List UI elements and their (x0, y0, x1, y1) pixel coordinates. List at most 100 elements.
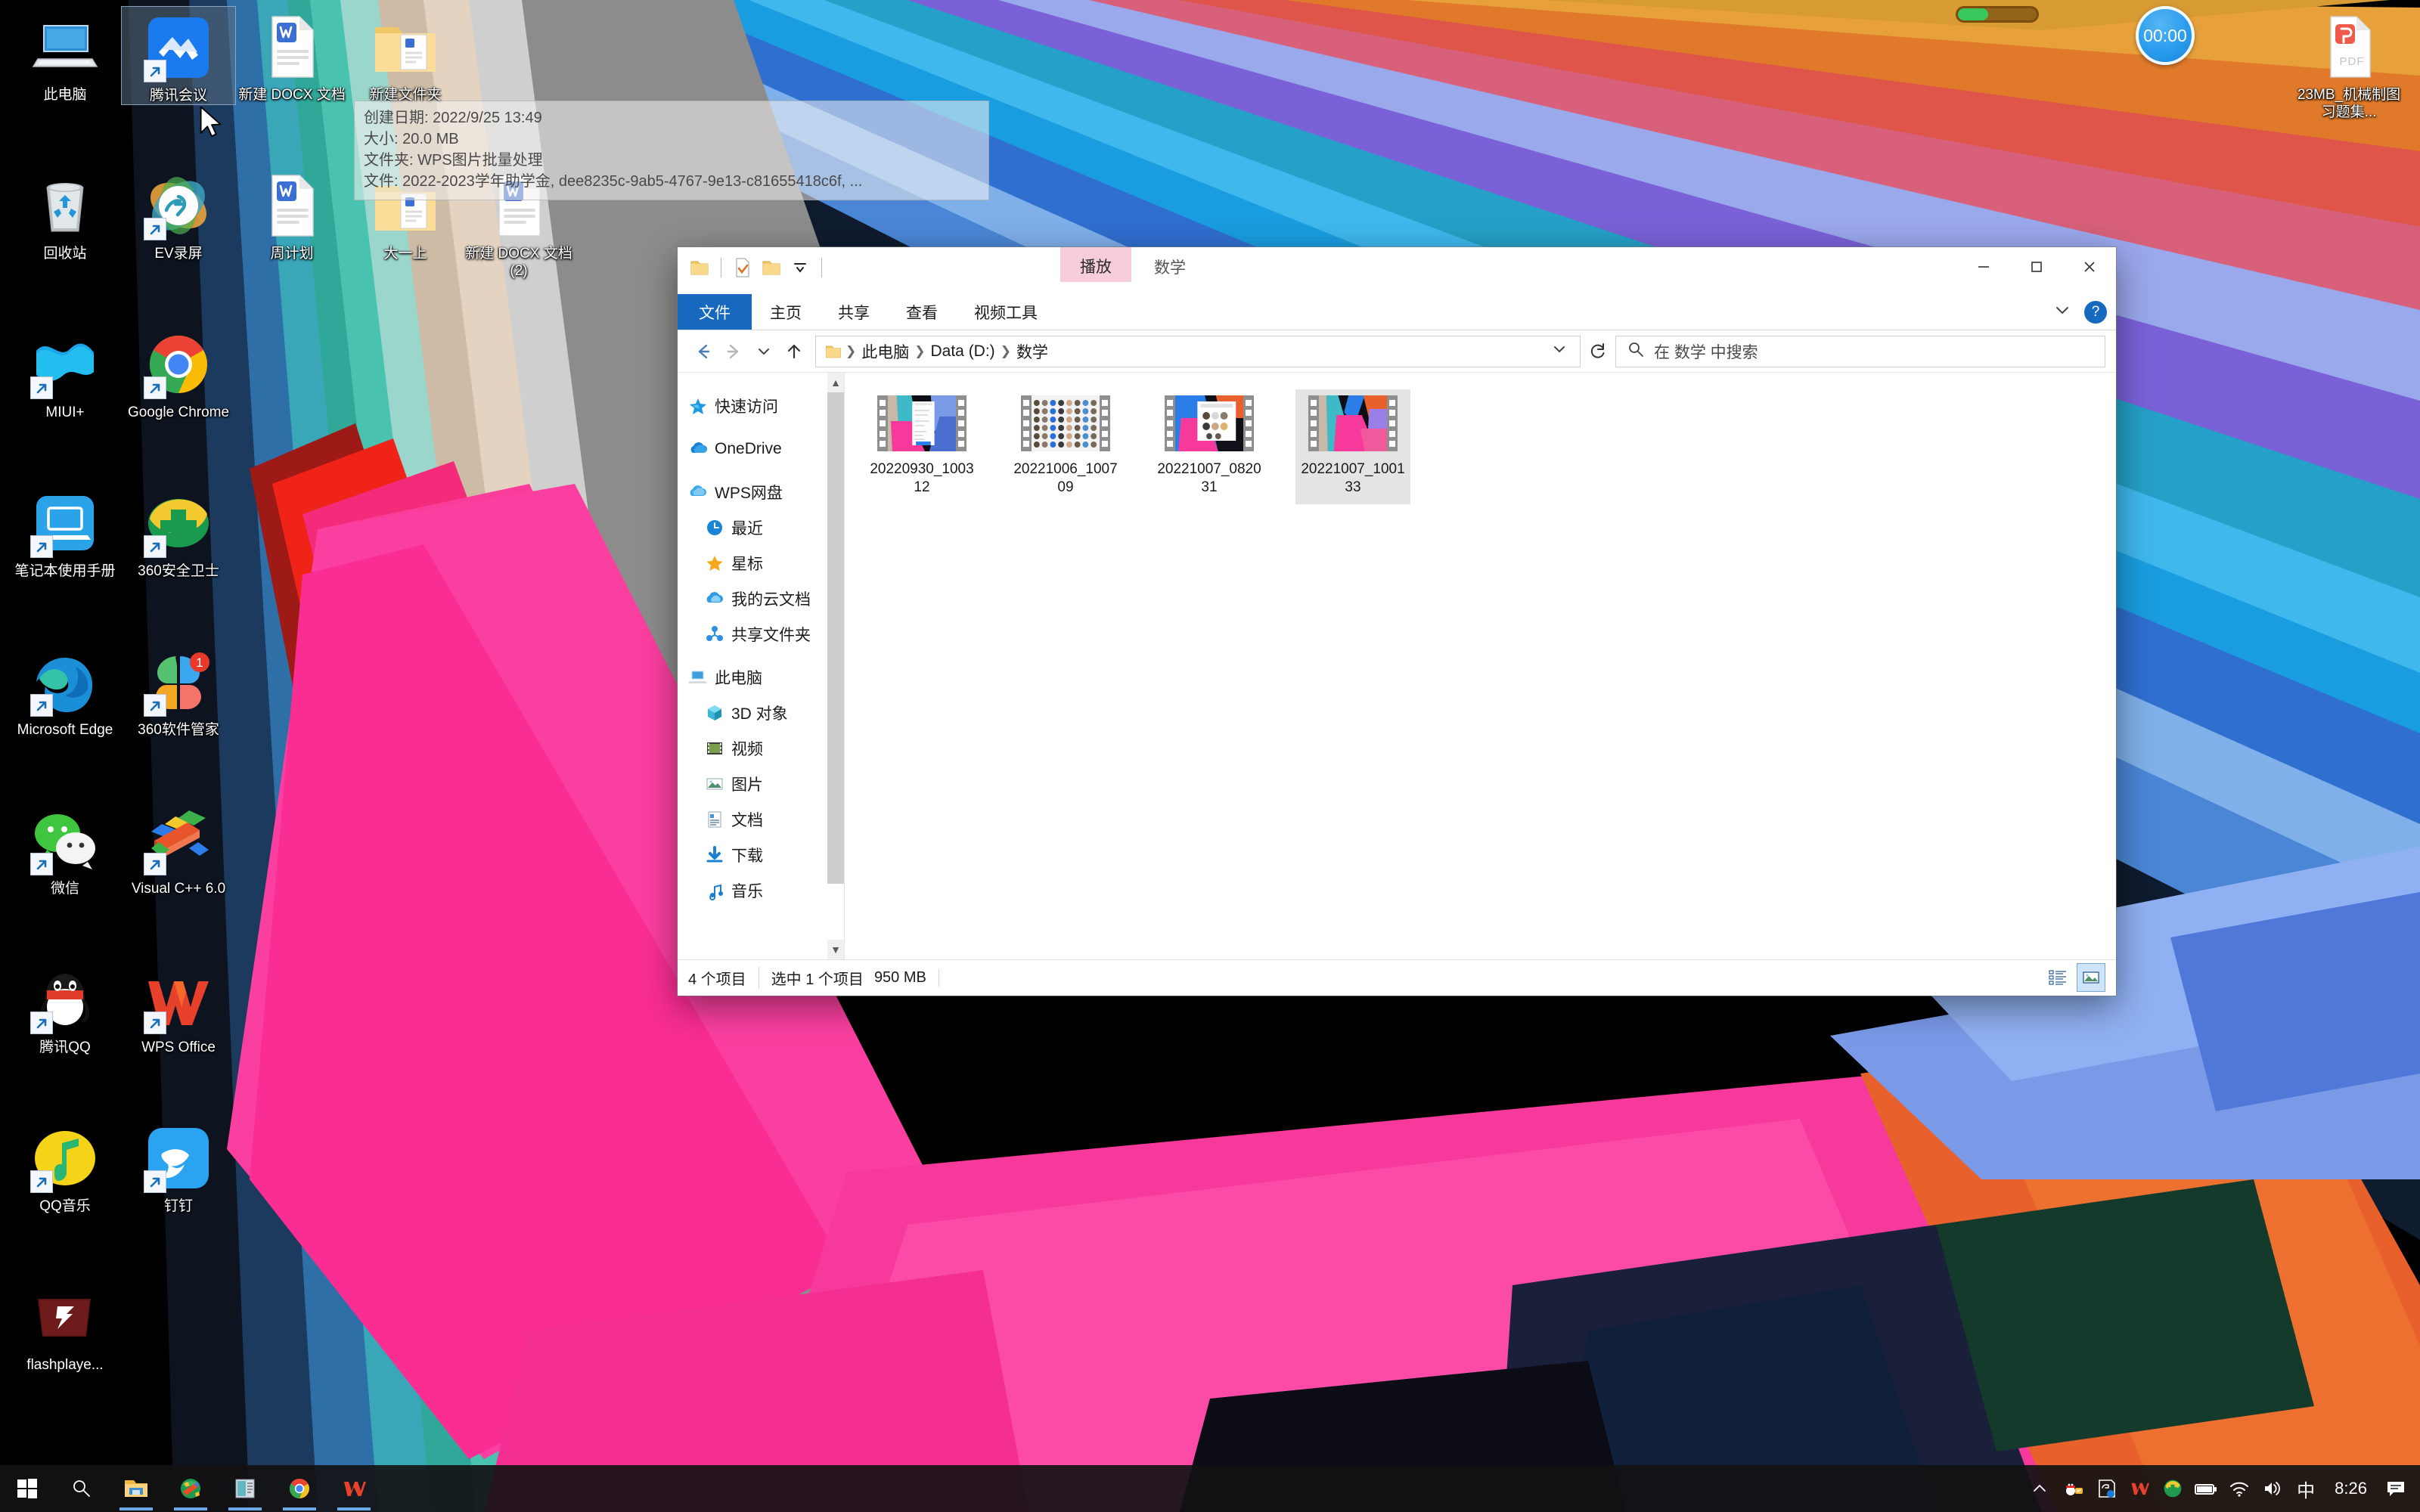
back-button[interactable] (688, 336, 718, 367)
customize-dropdown-icon[interactable] (789, 256, 811, 279)
maximize-button[interactable] (2010, 247, 2063, 287)
tray-tencent-qq-icon[interactable] (2056, 1465, 2090, 1512)
address-breadcrumb-box[interactable]: ❯ 此电脑 ❯ Data (D:) ❯ 数学 (815, 335, 1581, 367)
sidebar-item-this-pc[interactable]: 此电脑 (678, 659, 844, 695)
desktop-icon[interactable]: 微信 (8, 800, 123, 897)
desktop-icon[interactable]: QQ音乐 (8, 1117, 123, 1215)
recent-locations-button[interactable] (749, 336, 779, 367)
tab-video-tools[interactable]: 视频工具 (956, 294, 1056, 330)
sidebar-item-quick-access-star[interactable]: 快速访问 (678, 388, 844, 423)
desktop-icon[interactable]: 360安全卫士 (121, 482, 236, 580)
tab-home[interactable]: 主页 (752, 294, 820, 330)
view-mode-buttons[interactable] (2043, 963, 2105, 992)
ribbon-tab-bar[interactable]: 文件 主页 共享 查看 视频工具 ? (678, 294, 2116, 330)
navigation-list[interactable]: 快速访问 OneDrive WPS网盘 最近 星标 我的云文档 共享文件夹此电脑 3D 对象视… (678, 388, 844, 908)
desktop-icon[interactable]: 1 360软件管家 (121, 641, 236, 739)
taskbar-notes-icon[interactable] (218, 1465, 272, 1512)
taskbar-wps-office-icon[interactable] (327, 1465, 381, 1512)
sidebar-item-star[interactable]: 星标 (678, 545, 844, 581)
file-explorer-window[interactable]: 播放 数学 文件 主页 共享 查看 视频工具 ? ❯ 此电脑 ❯ Data (D… (678, 247, 2116, 996)
file-item[interactable]: 20221007_100133 (1295, 389, 1410, 504)
sidebar-item-downloads[interactable]: 下载 (678, 837, 844, 872)
sidebar-item-my-cloud-docs[interactable]: 我的云文档 (678, 581, 844, 616)
sidebar-item-videos[interactable]: 视频 (678, 730, 844, 766)
help-icon[interactable]: ? (2084, 301, 2107, 324)
tray-overflow-icon[interactable] (2023, 1465, 2056, 1512)
volume-icon[interactable] (2256, 1465, 2289, 1512)
wifi-icon[interactable] (2223, 1465, 2256, 1512)
desktop-icon[interactable]: EV录屏 (121, 165, 236, 262)
desktop-icon[interactable]: MIUI+ (8, 324, 123, 421)
desktop-icon[interactable]: 笔记本使用手册 (8, 482, 123, 580)
file-list-view[interactable]: 20220930_100312 20221006_100709 20221007_0… (844, 373, 2116, 959)
tab-view[interactable]: 查看 (888, 294, 956, 330)
sidebar-item-documents[interactable]: 文档 (678, 801, 844, 837)
address-dropdown-icon[interactable] (1545, 341, 1574, 361)
sidebar-item-onedrive-cloud[interactable]: OneDrive (678, 431, 844, 466)
file-item[interactable]: 20220930_100312 (864, 389, 979, 504)
timer-widget[interactable]: 00:00 (2136, 6, 2195, 65)
tray-360-icon[interactable] (2156, 1465, 2189, 1512)
sidebar-item-3d-objects[interactable]: 3D 对象 (678, 695, 844, 730)
navigation-pane[interactable]: 快速访问 OneDrive WPS网盘 最近 星标 我的云文档 共享文件夹此电脑 3D 对象视… (678, 373, 844, 959)
battery-icon[interactable] (2189, 1465, 2223, 1512)
desktop-icon[interactable]: 回收站 (8, 165, 123, 262)
taskbar-left[interactable] (0, 1465, 381, 1512)
desktop-icon[interactable]: WPS Office (121, 959, 236, 1056)
desktop-icon[interactable]: 此电脑 (8, 6, 123, 104)
system-tray[interactable]: 中 8:26 (2023, 1465, 2420, 1512)
sidebar-item-pictures[interactable]: 图片 (678, 766, 844, 801)
window-controls[interactable] (1957, 247, 2116, 287)
desktop-icon[interactable]: 腾讯QQ (8, 959, 123, 1056)
nav-scroll-thumb[interactable] (827, 392, 844, 884)
sidebar-item-recent-clock[interactable]: 最近 (678, 510, 844, 545)
sidebar-item-music[interactable]: 音乐 (678, 872, 844, 908)
desktop-icon[interactable]: Visual C++ 6.0 (121, 800, 236, 897)
breadcrumb-this-pc[interactable]: 此电脑 (858, 340, 912, 363)
scroll-up-arrow-icon[interactable]: ▲ (827, 373, 844, 392)
sidebar-item-wps-cloud[interactable]: WPS网盘 (678, 474, 844, 510)
taskbar-clock[interactable]: 8:26 (2322, 1479, 2379, 1498)
taskbar-search-icon[interactable] (54, 1465, 109, 1512)
scroll-down-arrow-icon[interactable]: ▼ (827, 940, 844, 959)
breadcrumb-data-d[interactable]: Data (D:) (928, 342, 998, 361)
tab-share[interactable]: 共享 (820, 294, 888, 330)
desktop-icon[interactable]: 周计划 (234, 165, 349, 262)
desktop-icon[interactable]: 新建文件夹 (348, 6, 463, 104)
desktop-icon[interactable]: 新建 DOCX 文档 (234, 6, 349, 104)
notification-icon[interactable] (2379, 1465, 2412, 1512)
desktop-icon[interactable]: flashplaye... (8, 1276, 123, 1374)
desktop-icon[interactable]: Microsoft Edge (8, 641, 123, 739)
explorer-titlebar[interactable]: 播放 数学 (678, 247, 2116, 294)
ribbon-right-controls[interactable]: ? (2052, 294, 2107, 330)
close-button[interactable] (2063, 247, 2116, 287)
taskbar[interactable]: 中 8:26 (0, 1465, 2420, 1512)
tray-wps-icon[interactable] (2123, 1465, 2156, 1512)
refresh-button[interactable] (1581, 336, 1615, 367)
file-item[interactable]: 20221007_082031 (1152, 389, 1267, 504)
properties-icon[interactable] (731, 256, 754, 279)
taskbar-file-explorer-icon[interactable] (109, 1465, 163, 1512)
quick-access-toolbar[interactable] (678, 247, 826, 279)
tray-sync-icon[interactable] (2090, 1465, 2123, 1512)
nav-scrollbar[interactable]: ▲ ▼ (827, 373, 844, 959)
sidebar-item-shared-folder[interactable]: 共享文件夹 (678, 616, 844, 652)
minimize-button[interactable] (1957, 247, 2010, 287)
tab-file[interactable]: 文件 (678, 294, 752, 330)
folder-icon[interactable] (688, 256, 711, 279)
forward-button[interactable] (718, 336, 749, 367)
breadcrumb-current[interactable]: 数学 (1013, 340, 1051, 363)
address-bar-row[interactable]: ❯ 此电脑 ❯ Data (D:) ❯ 数学 在 数学 中搜索 (678, 330, 2116, 373)
desktop[interactable]: 00:00 此电脑 腾讯会议 新建 DOCX 文档 新建文件夹 回收站 EV录屏 周计划 大一… (0, 0, 2420, 1512)
taskbar-chrome-icon[interactable] (272, 1465, 327, 1512)
desktop-icon[interactable]: PDF 23MB_机械制图习题集... (2291, 6, 2406, 121)
search-input[interactable]: 在 数学 中搜索 (1615, 335, 2105, 367)
desktop-icon[interactable]: 钉钉 (121, 1117, 236, 1215)
start-button[interactable] (0, 1465, 54, 1512)
up-button[interactable] (779, 336, 809, 367)
new-folder-icon[interactable] (760, 256, 783, 279)
desktop-icon[interactable]: 腾讯会议 (121, 6, 236, 105)
large-icons-view-button[interactable] (2077, 963, 2105, 992)
file-item[interactable]: 20221006_100709 (1008, 389, 1123, 504)
details-view-button[interactable] (2043, 963, 2072, 992)
